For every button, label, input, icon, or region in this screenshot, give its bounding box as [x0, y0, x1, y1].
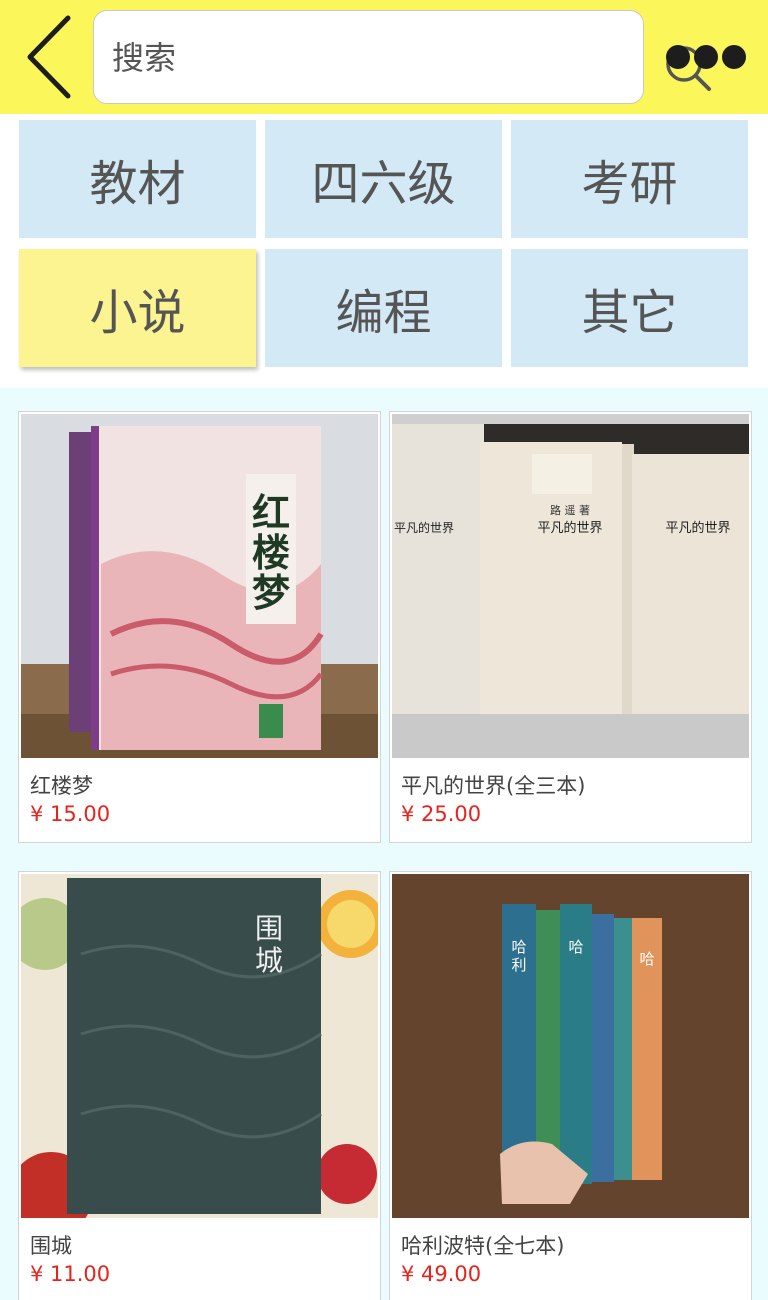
svg-text:平凡的世界: 平凡的世界: [394, 520, 454, 535]
product-price: ¥ 11.00: [30, 1262, 111, 1286]
product-card[interactable]: 路 遥 著 平凡的世界 平凡的世界 平凡的世界 平凡的世界(全三本) ¥ 25.…: [389, 411, 752, 843]
product-price: ¥ 15.00: [30, 802, 111, 826]
search-bar[interactable]: [93, 10, 711, 104]
product-name: 红楼梦: [30, 774, 93, 798]
svg-text:红: 红: [252, 491, 290, 535]
top-bar: [0, 0, 768, 114]
product-name: 哈利波特(全七本): [401, 1234, 565, 1258]
product-name: 平凡的世界(全三本): [401, 774, 586, 798]
search-input[interactable]: [112, 33, 552, 83]
category-panel: 教材 四六级 考研 小说 编程 其它: [0, 114, 768, 388]
back-button[interactable]: [22, 14, 78, 100]
svg-text:楼: 楼: [252, 531, 290, 575]
book-cover-image: 围 城: [21, 874, 378, 1218]
svg-text:城: 城: [255, 944, 283, 977]
svg-text:哈: 哈: [639, 950, 654, 968]
book-cover-image: 路 遥 著 平凡的世界 平凡的世界 平凡的世界: [392, 414, 749, 758]
svg-text:利: 利: [511, 956, 526, 974]
product-price: ¥ 49.00: [401, 1262, 482, 1286]
category-postgrad-exam[interactable]: 考研: [511, 120, 748, 238]
category-novels[interactable]: 小说: [19, 249, 256, 367]
svg-text:路 遥 著: 路 遥 著: [550, 503, 590, 517]
category-cet[interactable]: 四六级: [265, 120, 502, 238]
product-card[interactable]: 红 楼 梦 红楼梦 ¥ 15.00: [18, 411, 381, 843]
product-card[interactable]: 围 城 围城 ¥ 11.00: [18, 871, 381, 1300]
svg-text:平凡的世界: 平凡的世界: [537, 520, 602, 536]
svg-text:平凡的世界: 平凡的世界: [665, 520, 730, 536]
book-cover-image: 哈 利 哈 哈: [392, 874, 749, 1218]
svg-text:哈: 哈: [568, 938, 583, 956]
product-card[interactable]: 哈 利 哈 哈 哈利波特(全七本) ¥ 49.00: [389, 871, 752, 1300]
category-other[interactable]: 其它: [511, 249, 748, 367]
more-dots-icon: [666, 45, 690, 69]
product-price: ¥ 25.00: [401, 802, 482, 826]
category-programming[interactable]: 编程: [265, 249, 502, 367]
svg-text:梦: 梦: [252, 571, 290, 615]
product-name: 围城: [30, 1234, 72, 1258]
svg-text:哈: 哈: [511, 938, 526, 956]
book-cover-image: 红 楼 梦: [21, 414, 378, 758]
chevron-left-icon: [27, 15, 71, 99]
more-dots-icon: [722, 45, 746, 69]
category-textbooks[interactable]: 教材: [19, 120, 256, 238]
svg-text:围: 围: [255, 912, 283, 945]
more-options-button[interactable]: [662, 40, 748, 76]
more-dots-icon: [694, 45, 718, 69]
